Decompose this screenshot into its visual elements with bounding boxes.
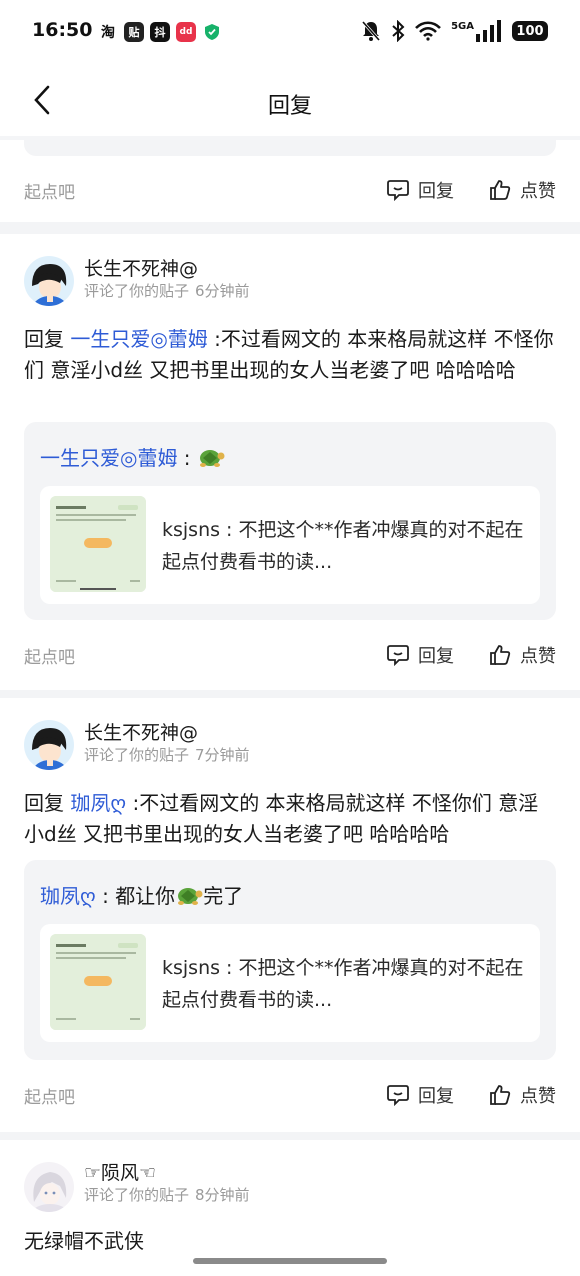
comment-footer: 起点吧 回复 点赞 bbox=[24, 1080, 556, 1110]
thumbs-up-icon bbox=[490, 180, 511, 200]
comment-card[interactable]: 长生不死神@ 评论了你的贴子 7分钟前 回复 珈夙ღ :不过看网文的 本来格局就这… bbox=[0, 698, 580, 1132]
avatar[interactable] bbox=[24, 256, 74, 306]
mute-bell-icon bbox=[361, 21, 381, 41]
wifi-icon bbox=[415, 21, 442, 41]
reply-button[interactable]: 回复 bbox=[386, 642, 454, 668]
taobao-app-icon: 淘 bbox=[98, 22, 118, 42]
quote-box[interactable]: 珈夙ღ : 都让你 完了 ksjsns : 不把这个**作者冲爆真的对不起在起点付… bbox=[24, 860, 556, 1060]
mention-link[interactable]: 一生只爱◎蕾姆 bbox=[70, 327, 207, 351]
like-button[interactable]: 点赞 bbox=[488, 177, 556, 203]
quote-box[interactable]: 一生只爱◎蕾姆 : ksjsns : 不把这个**作者冲爆真的对不起在起点付费看… bbox=[24, 422, 556, 620]
referenced-post-card[interactable]: ksjsns : 不把这个**作者冲爆真的对不起在起点付费看书的读... bbox=[40, 924, 540, 1042]
mention-link[interactable]: 珈夙ღ bbox=[70, 791, 126, 815]
reply-prefix: 回复 bbox=[24, 327, 64, 351]
quote-separator: : bbox=[177, 446, 197, 470]
thumbs-up-icon bbox=[490, 645, 511, 665]
like-label: 点赞 bbox=[520, 1086, 556, 1107]
action-text: 评论了你的贴子 bbox=[84, 746, 190, 764]
like-label: 点赞 bbox=[520, 646, 556, 667]
source-label[interactable]: 起点吧 bbox=[24, 643, 75, 668]
reply-label: 回复 bbox=[418, 646, 454, 667]
signal-icon: 5GA bbox=[451, 20, 502, 42]
like-label: 点赞 bbox=[520, 181, 556, 202]
app-icon-dd: dd bbox=[176, 22, 196, 42]
source-label[interactable]: 起点吧 bbox=[24, 1083, 75, 1108]
nav-bar: 回复 bbox=[0, 64, 580, 136]
battery-indicator: 100 bbox=[512, 21, 548, 41]
status-bar: 16:50 淘 贴 抖 dd 5GA 100 bbox=[0, 0, 580, 64]
previous-quote-box-tail bbox=[24, 140, 556, 156]
quote-line: 一生只爱◎蕾姆 : bbox=[40, 442, 540, 471]
section-separator bbox=[0, 1132, 580, 1140]
avatar[interactable] bbox=[24, 1162, 74, 1212]
comment-card[interactable]: ☞陨风☜ 评论了你的贴子 8分钟前 无绿帽不武侠 bbox=[0, 1140, 580, 1276]
reply-label: 回复 bbox=[418, 181, 454, 202]
comment-meta: 评论了你的贴子 8分钟前 bbox=[84, 1184, 250, 1205]
section-separator bbox=[0, 222, 580, 234]
user-name[interactable]: ☞陨风☜ bbox=[84, 1158, 156, 1185]
status-right: 5GA 100 bbox=[361, 20, 548, 42]
turtle-emoji-icon bbox=[178, 888, 203, 905]
quote-separator: : bbox=[95, 884, 116, 908]
tieba-app-icon: 贴 bbox=[124, 22, 144, 42]
comment-footer: 起点吧 回复 点赞 bbox=[24, 640, 556, 670]
quote-author[interactable]: 珈夙ღ bbox=[40, 884, 96, 908]
reply-button[interactable]: 回复 bbox=[386, 1082, 454, 1108]
quote-text-end: 完了 bbox=[203, 884, 244, 908]
comment-footer: 起点吧 回复 点赞 bbox=[24, 175, 556, 205]
comment-card[interactable]: 长生不死神@ 评论了你的贴子 6分钟前 回复 一生只爱◎蕾姆 :不过看网文的 本来… bbox=[0, 234, 580, 690]
timestamp: 7分钟前 bbox=[195, 746, 250, 764]
reply-text: 回复 一生只爱◎蕾姆 :不过看网文的 本来格局就这样 不怪你们 意淫小d丝 又把… bbox=[24, 324, 556, 386]
status-app-icons: 淘 贴 抖 dd bbox=[98, 22, 222, 42]
shield-app-icon bbox=[202, 22, 222, 42]
comment-meta: 评论了你的贴子 7分钟前 bbox=[84, 744, 250, 765]
like-button[interactable]: 点赞 bbox=[488, 642, 556, 668]
referenced-post-card[interactable]: ksjsns : 不把这个**作者冲爆真的对不起在起点付费看书的读... bbox=[40, 486, 540, 604]
post-excerpt: ksjsns : 不把这个**作者冲爆真的对不起在起点付费看书的读... bbox=[162, 957, 524, 1011]
turtle-emoji-icon bbox=[199, 450, 225, 467]
avatar[interactable] bbox=[24, 720, 74, 770]
reply-label: 回复 bbox=[418, 1086, 454, 1107]
douyin-app-icon: 抖 bbox=[150, 22, 170, 42]
user-name[interactable]: 长生不死神@ bbox=[84, 254, 198, 281]
action-text: 评论了你的贴子 bbox=[84, 282, 190, 300]
home-indicator[interactable] bbox=[193, 1258, 387, 1264]
reply-bubble-icon bbox=[387, 180, 409, 202]
comment-meta: 评论了你的贴子 6分钟前 bbox=[84, 280, 250, 301]
section-separator bbox=[0, 690, 580, 698]
thumbs-up-icon bbox=[490, 1085, 511, 1105]
bluetooth-icon bbox=[392, 20, 405, 42]
quote-line: 珈夙ღ : 都让你 完了 bbox=[40, 880, 540, 909]
quote-text: 都让你 bbox=[115, 884, 176, 908]
reply-prefix: 回复 bbox=[24, 791, 64, 815]
post-excerpt: ksjsns : 不把这个**作者冲爆真的对不起在起点付费看书的读... bbox=[162, 519, 524, 573]
previous-comment-tail: 起点吧 回复 点赞 bbox=[0, 140, 580, 222]
post-thumbnail bbox=[50, 934, 146, 1030]
reply-text: 无绿帽不武侠 bbox=[24, 1229, 144, 1253]
source-label[interactable]: 起点吧 bbox=[24, 178, 75, 203]
network-label: 5GA bbox=[451, 21, 474, 32]
quote-author[interactable]: 一生只爱◎蕾姆 bbox=[40, 446, 177, 470]
reply-button[interactable]: 回复 bbox=[386, 177, 454, 203]
reply-bubble-icon bbox=[387, 645, 409, 667]
page-title: 回复 bbox=[267, 94, 312, 119]
action-text: 评论了你的贴子 bbox=[84, 1186, 190, 1204]
timestamp: 8分钟前 bbox=[195, 1186, 250, 1204]
post-thumbnail bbox=[50, 496, 146, 592]
like-button[interactable]: 点赞 bbox=[488, 1082, 556, 1108]
user-name[interactable]: 长生不死神@ bbox=[84, 718, 198, 745]
reply-text: 回复 珈夙ღ :不过看网文的 本来格局就这样 不怪你们 意淫小d丝 又把书里出现… bbox=[24, 788, 556, 850]
timestamp: 6分钟前 bbox=[195, 282, 250, 300]
status-time: 16:50 bbox=[32, 19, 93, 41]
reply-bubble-icon bbox=[387, 1085, 409, 1107]
